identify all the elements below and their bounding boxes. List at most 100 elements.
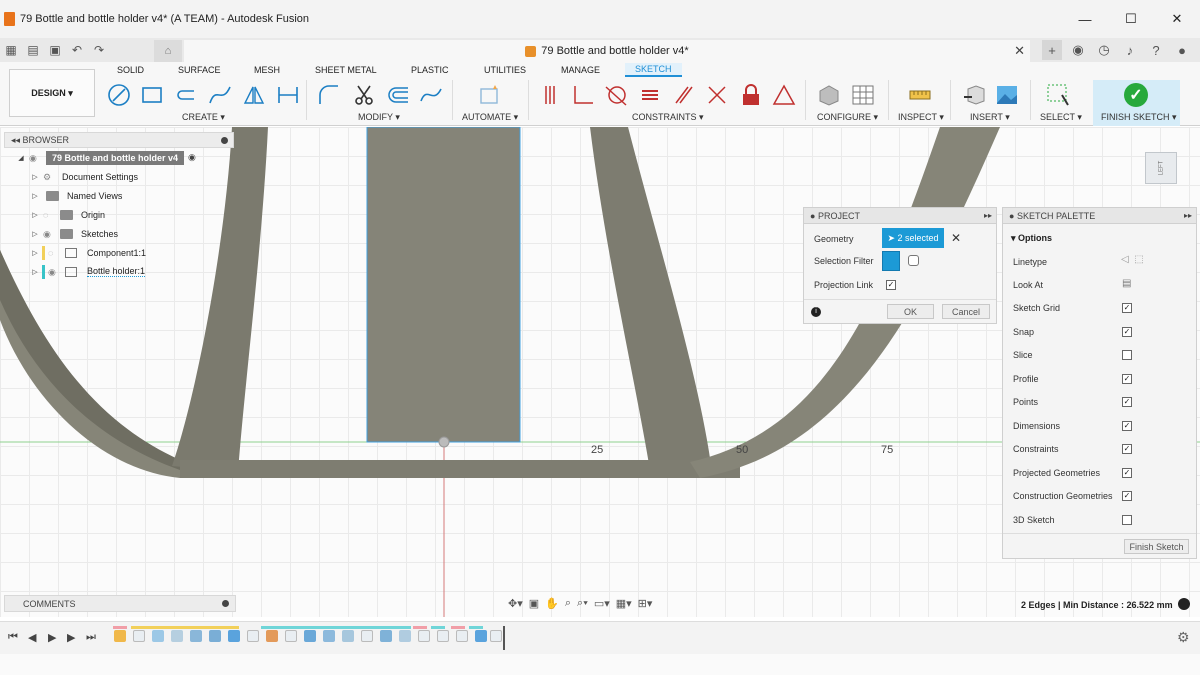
- group-constraints[interactable]: CONSTRAINTS ▾: [632, 112, 704, 123]
- save-icon[interactable]: ▣: [44, 39, 66, 61]
- tab-manage[interactable]: MANAGE: [561, 65, 600, 75]
- sketch-scale-icon[interactable]: [418, 82, 444, 108]
- expand-palette-icon[interactable]: ▸▸: [1184, 211, 1192, 220]
- viewports-icon[interactable]: ⊞▾: [638, 597, 653, 610]
- spline-tool-icon[interactable]: [207, 82, 233, 108]
- notifications-icon[interactable]: ♪: [1120, 40, 1140, 60]
- timeline-feature-icon[interactable]: [114, 630, 126, 642]
- insert-image-icon[interactable]: [994, 82, 1020, 108]
- tab-sketch[interactable]: SKETCH: [625, 63, 682, 77]
- timeline-feature-icon[interactable]: [247, 630, 259, 642]
- viewcube[interactable]: LEFT: [1145, 152, 1177, 184]
- tab-plastic[interactable]: PLASTIC: [411, 65, 449, 75]
- mirror-tool-icon[interactable]: [241, 82, 267, 108]
- trim-tool-icon[interactable]: [351, 82, 377, 108]
- timeline-settings-gear-icon[interactable]: ⚙: [1177, 629, 1190, 646]
- slot-tool-icon[interactable]: [173, 82, 199, 108]
- timeline-feature-icon[interactable]: [361, 630, 373, 642]
- coincident-constraint-icon[interactable]: [537, 82, 563, 108]
- hidden-eye-icon[interactable]: ◌: [48, 248, 62, 258]
- help-icon[interactable]: ?: [1146, 40, 1166, 60]
- go-to-start-icon[interactable]: ⏮: [8, 631, 18, 644]
- body-filter-icon[interactable]: [882, 251, 900, 271]
- symmetry-constraint-icon[interactable]: [771, 82, 797, 108]
- maximize-button[interactable]: ☐: [1108, 0, 1154, 38]
- tree-item-document-settings[interactable]: ▷ ⚙ Document Settings: [4, 167, 234, 186]
- timeline-feature-icon[interactable]: [342, 630, 354, 642]
- group-configure[interactable]: CONFIGURE ▾: [817, 112, 878, 123]
- look-at-nav-icon[interactable]: ▣: [529, 597, 539, 610]
- expand-arrow-icon[interactable]: ▷: [30, 173, 40, 181]
- expand-dialog-icon[interactable]: ▸▸: [984, 211, 992, 220]
- line-tool-icon[interactable]: [106, 82, 132, 108]
- edge-filter-icon[interactable]: [908, 255, 919, 266]
- pan-icon[interactable]: ✋: [545, 597, 559, 610]
- home-tab-icon[interactable]: ⌂: [154, 40, 182, 62]
- orbit-icon[interactable]: ✥▾: [508, 597, 523, 610]
- step-back-icon[interactable]: ◀: [28, 631, 36, 644]
- tree-item-component1[interactable]: ▷ ◌ Component1:1: [4, 243, 234, 262]
- timeline-marker[interactable]: [503, 626, 505, 650]
- measure-icon[interactable]: [907, 82, 933, 108]
- finish-sketch-palette-button[interactable]: Finish Sketch: [1124, 539, 1189, 554]
- fix-constraint-icon[interactable]: [738, 82, 764, 108]
- timeline-feature-icon[interactable]: [190, 630, 202, 642]
- tab-utilities[interactable]: UTILITIES: [484, 65, 526, 75]
- timeline-feature-icon[interactable]: [228, 630, 240, 642]
- 3d-sketch-checkbox[interactable]: [1122, 515, 1132, 525]
- group-automate[interactable]: AUTOMATE ▾: [462, 112, 518, 123]
- timeline-feature-icon[interactable]: [475, 630, 487, 642]
- timeline-feature-icon[interactable]: [399, 630, 411, 642]
- constraints-checkbox[interactable]: ✓: [1122, 444, 1132, 454]
- tree-item-bottle-holder[interactable]: ▷ ◉ Bottle holder:1: [4, 262, 234, 281]
- group-finish-sketch[interactable]: FINISH SKETCH ▾: [1101, 112, 1177, 123]
- options-section-header[interactable]: ▾ Options: [1011, 233, 1052, 244]
- workspace-switcher[interactable]: DESIGN ▾: [9, 69, 95, 117]
- expand-arrow-icon[interactable]: ▷: [30, 230, 40, 238]
- comments-pin-icon[interactable]: [222, 600, 229, 607]
- dimension-tool-icon[interactable]: [275, 82, 301, 108]
- fit-icon[interactable]: ⌕▾: [577, 597, 588, 610]
- equal-constraint-icon[interactable]: [637, 82, 663, 108]
- tab-sheet-metal[interactable]: SHEET METAL: [315, 65, 377, 75]
- points-checkbox[interactable]: ✓: [1122, 397, 1132, 407]
- tree-root[interactable]: ◢ ◉ 79 Bottle and bottle holder v4 ◉: [4, 148, 234, 167]
- group-create[interactable]: CREATE ▾: [182, 112, 225, 123]
- timeline-feature-icon[interactable]: [323, 630, 335, 642]
- tree-item-sketches[interactable]: ▷ ◉ Sketches: [4, 224, 234, 243]
- ok-button[interactable]: OK: [887, 304, 934, 319]
- tab-mesh[interactable]: MESH: [254, 65, 280, 75]
- display-settings-icon[interactable]: ▭▾: [594, 597, 610, 610]
- expand-arrow-icon[interactable]: ▷: [30, 211, 40, 219]
- play-icon[interactable]: ▶: [48, 631, 56, 644]
- tab-solid[interactable]: SOLID: [117, 65, 144, 75]
- timeline-feature-icon[interactable]: [285, 630, 297, 642]
- timeline-feature-icon[interactable]: [418, 630, 430, 642]
- group-select[interactable]: SELECT ▾: [1040, 112, 1082, 123]
- timeline-feature-icon[interactable]: [152, 630, 164, 642]
- timeline-feature-icon[interactable]: [209, 630, 221, 642]
- timeline-feature-icon[interactable]: [490, 630, 502, 642]
- zoom-icon[interactable]: ⌕: [565, 597, 571, 610]
- visibility-eye-icon[interactable]: ◉: [29, 153, 43, 163]
- configure-box-icon[interactable]: [816, 82, 842, 108]
- snap-checkbox[interactable]: ✓: [1122, 327, 1132, 337]
- timeline-feature-icon[interactable]: [456, 630, 468, 642]
- grid-settings-icon[interactable]: ▦▾: [616, 597, 632, 610]
- automate-icon[interactable]: [477, 82, 503, 108]
- profile-checkbox[interactable]: ✓: [1122, 374, 1132, 384]
- tree-item-origin[interactable]: ▷ ◌ Origin: [4, 205, 234, 224]
- group-inspect[interactable]: INSPECT ▾: [898, 112, 944, 123]
- timeline-feature-icon[interactable]: [304, 630, 316, 642]
- expand-arrow-icon[interactable]: ▷: [30, 268, 40, 276]
- hidden-eye-icon[interactable]: ◌: [43, 210, 57, 220]
- browser-pin-icon[interactable]: [221, 136, 228, 144]
- apps-grid-icon[interactable]: ▦: [0, 39, 22, 61]
- new-tab-icon[interactable]: +: [1042, 40, 1062, 60]
- slice-checkbox[interactable]: [1122, 350, 1132, 360]
- rectangle-tool-icon[interactable]: [139, 82, 165, 108]
- horizontal-vertical-icon[interactable]: [570, 82, 596, 108]
- close-tab-icon[interactable]: ✕: [1014, 43, 1025, 59]
- minimize-button[interactable]: —: [1062, 0, 1108, 38]
- group-insert[interactable]: INSERT ▾: [970, 112, 1010, 123]
